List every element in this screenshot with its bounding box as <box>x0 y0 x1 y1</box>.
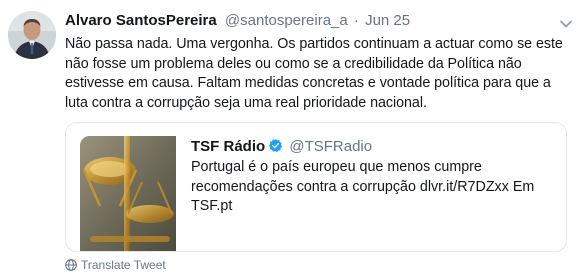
tweet-text: Não passa nada. Uma vergonha. Os partido… <box>65 36 563 111</box>
tweet-header: Alvaro SantosPereira @santospereira_a · … <box>65 11 555 31</box>
tweet[interactable]: Alvaro SantosPereira @santospereira_a · … <box>0 0 585 273</box>
quoted-tweet-header: TSF Rádio @TSFRadio <box>191 137 372 157</box>
translate-tweet-label[interactable]: Translate Tweet <box>81 258 166 272</box>
quoted-author-name[interactable]: TSF Rádio <box>191 138 265 155</box>
quoted-tweet-card[interactable]: TSF Rádio @TSFRadio Portugal é o país eu… <box>65 122 567 252</box>
avatar[interactable] <box>8 11 56 59</box>
quoted-tweet-text: Portugal é o país europeu que menos cump… <box>191 159 535 215</box>
tweet-date[interactable]: Jun 25 <box>365 12 410 29</box>
author-handle[interactable]: @santospereira_a <box>225 12 348 29</box>
avatar-photo <box>8 11 56 59</box>
quoted-tweet-image <box>80 136 176 251</box>
separator-dot: · <box>353 12 359 29</box>
verified-badge-icon <box>268 138 283 153</box>
author-name[interactable]: Alvaro SantosPereira <box>65 12 217 29</box>
translate-tweet-link[interactable]: Translate Tweet <box>65 257 166 273</box>
chevron-down-icon[interactable] <box>560 16 572 28</box>
quoted-author-handle[interactable]: @TSFRadio <box>289 138 372 155</box>
globe-icon <box>65 259 77 271</box>
